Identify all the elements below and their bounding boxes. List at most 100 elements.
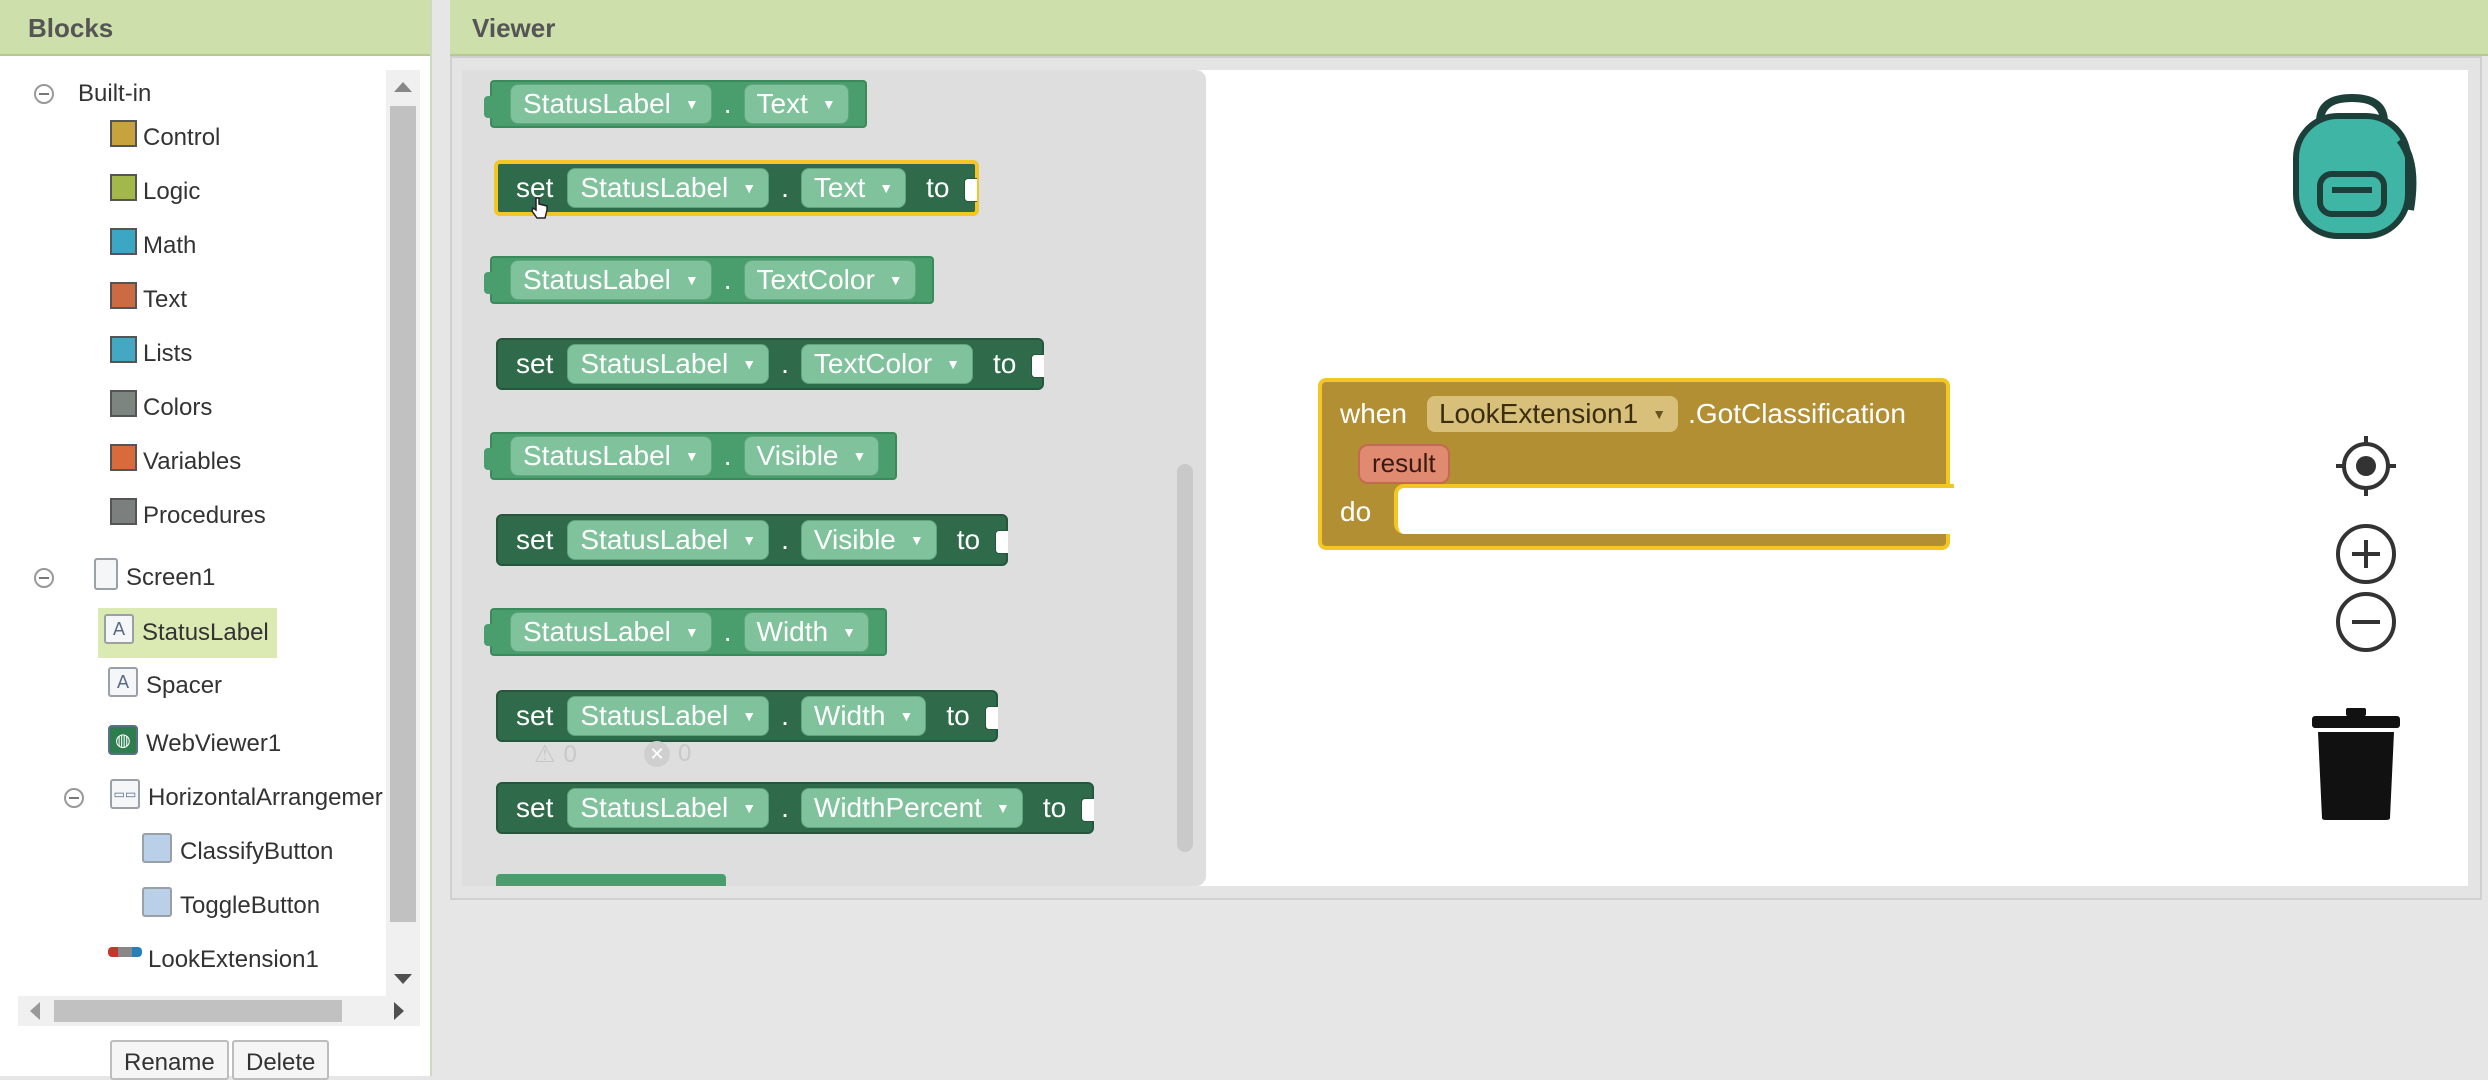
tree-vertical-scrollbar[interactable] (386, 70, 420, 996)
warnings-indicator[interactable]: ⚠ 0 (534, 740, 577, 769)
do-statement-slot[interactable] (1394, 484, 1954, 534)
blocks-tree: Built-in Control Logic Math Text Lists C… (0, 70, 384, 990)
component-dropdown[interactable]: StatusLabel ▼ (510, 436, 712, 476)
dot-separator: . (781, 172, 789, 203)
text-color-icon (110, 281, 137, 309)
scroll-thumb[interactable] (54, 1000, 342, 1022)
scroll-right-icon[interactable] (394, 1002, 404, 1020)
tree-item-screen1[interactable]: Screen1 (34, 554, 215, 602)
drawer-math[interactable]: Math (110, 222, 196, 270)
getter-block-visible[interactable]: StatusLabel ▼ . Visible ▼ (483, 432, 898, 480)
component-horizontalarrangement[interactable]: ▭▭ HorizontalArrangemer (64, 774, 383, 822)
component-statuslabel[interactable]: A StatusLabel (98, 608, 277, 658)
property-dropdown[interactable]: Width ▼ (800, 696, 927, 736)
setter-block-textcolor[interactable]: set StatusLabel ▼ . TextColor ▼ to (496, 338, 1045, 390)
event-header: when LookExtension1 ▼ .GotClassification (1340, 392, 1906, 436)
tree-item-label: Built-in (78, 80, 152, 107)
set-keyword: set (516, 700, 554, 731)
component-dropdown[interactable]: StatusLabel ▼ (567, 344, 770, 384)
scroll-down-icon[interactable] (394, 974, 412, 984)
drawer-logic[interactable]: Logic (110, 168, 200, 216)
set-keyword: set (516, 348, 554, 379)
drawer-label: Logic (143, 178, 201, 205)
property-dropdown[interactable]: Visible ▼ (800, 520, 937, 560)
zoom-in-icon[interactable] (2334, 522, 2398, 586)
component-dropdown[interactable]: StatusLabel ▼ (567, 788, 770, 828)
component-dropdown[interactable]: StatusLabel ▼ (510, 260, 712, 300)
backpack-icon[interactable] (2282, 92, 2422, 242)
drawer-procedures[interactable]: Procedures (110, 492, 266, 540)
drawer-lists[interactable]: Lists (110, 330, 192, 378)
scroll-up-icon[interactable] (394, 82, 412, 92)
dot-separator: . (781, 700, 789, 731)
component-dropdown[interactable]: StatusLabel ▼ (510, 84, 712, 124)
partial-block[interactable] (496, 874, 726, 886)
component-togglebutton[interactable]: ToggleButton (142, 882, 320, 930)
property-dropdown[interactable]: TextColor ▼ (743, 260, 916, 300)
screen-icon (94, 558, 118, 590)
tree-horizontal-scrollbar[interactable] (18, 996, 420, 1026)
component-classifybutton[interactable]: ClassifyButton (142, 828, 333, 876)
to-keyword: to (956, 524, 981, 555)
event-block-gotclassification[interactable]: when LookExtension1 ▼ .GotClassification … (1318, 378, 1954, 550)
trash-icon[interactable] (2306, 706, 2406, 822)
chevron-down-icon: ▼ (909, 532, 924, 548)
errors-indicator[interactable]: ✕ 0 (644, 740, 691, 768)
component-webviewer1[interactable]: ◍ WebViewer1 (108, 720, 281, 768)
component-dropdown[interactable]: StatusLabel ▼ (567, 696, 770, 736)
drawer-label: Math (143, 232, 197, 259)
setter-block-width[interactable]: set StatusLabel ▼ . Width ▼ to (496, 690, 998, 742)
property-dropdown[interactable]: TextColor ▼ (800, 344, 974, 384)
chevron-down-icon: ▼ (684, 96, 699, 112)
variables-color-icon (110, 443, 137, 471)
getter-block-textcolor[interactable]: StatusLabel ▼ . TextColor ▼ (484, 256, 934, 304)
component-dropdown[interactable]: StatusLabel ▼ (567, 520, 770, 560)
tree-item-label: Screen1 (126, 564, 216, 591)
dropdown-value: Text (813, 172, 866, 203)
getter-block-width[interactable]: StatusLabel ▼ . Width ▼ (484, 608, 887, 656)
drawer-variables[interactable]: Variables (110, 438, 241, 486)
drawer-label: Variables (143, 448, 242, 475)
setter-block-text[interactable]: set StatusLabel ▼ . Text ▼ to (494, 160, 980, 216)
component-lookextension1[interactable]: LookExtension1 (108, 936, 319, 984)
hand-cursor-icon (531, 197, 548, 219)
chevron-down-icon: ▼ (742, 180, 757, 196)
rename-button[interactable]: Rename (110, 1040, 229, 1080)
dropdown-value: TextColor (813, 348, 933, 379)
tree-item-builtin[interactable]: Built-in (34, 70, 151, 118)
property-dropdown[interactable]: WidthPercent ▼ (800, 788, 1023, 828)
property-dropdown[interactable]: Text ▼ (800, 168, 907, 208)
recenter-icon[interactable] (2334, 434, 2398, 498)
delete-button[interactable]: Delete (232, 1040, 330, 1080)
drawer-text[interactable]: Text (110, 276, 187, 324)
component-dropdown[interactable]: StatusLabel ▼ (567, 168, 770, 208)
getter-block-text[interactable]: StatusLabel ▼ . Text ▼ (484, 80, 867, 128)
errors-count: 0 (678, 740, 692, 767)
scroll-left-icon[interactable] (30, 1002, 40, 1020)
event-component-dropdown[interactable]: LookExtension1 ▼ (1426, 396, 1679, 432)
globe-icon: ◍ (108, 725, 138, 755)
chevron-down-icon: ▼ (852, 448, 867, 464)
collapse-icon[interactable] (64, 788, 84, 808)
collapse-icon[interactable] (34, 84, 54, 104)
drawer-control[interactable]: Control (110, 114, 220, 162)
property-dropdown[interactable]: Width ▼ (743, 612, 869, 652)
setter-block-visible[interactable]: set StatusLabel ▼ . Visible ▼ to (496, 514, 1009, 566)
property-dropdown[interactable]: Text ▼ (743, 84, 849, 124)
chevron-down-icon: ▼ (879, 180, 894, 196)
component-spacer[interactable]: A Spacer (108, 662, 222, 710)
setter-block-widthpercent[interactable]: set StatusLabel ▼ . WidthPercent ▼ to (496, 782, 1095, 834)
scroll-thumb[interactable] (390, 106, 416, 922)
dropdown-value: StatusLabel (580, 348, 729, 379)
zoom-out-icon[interactable] (2334, 590, 2398, 654)
collapse-icon[interactable] (34, 568, 54, 588)
warning-icon: ⚠ (534, 741, 556, 768)
component-label: Spacer (146, 672, 223, 699)
drawer-label: Text (143, 286, 188, 313)
drawer-colors[interactable]: Colors (110, 384, 212, 432)
flyout-scrollbar[interactable] (1177, 464, 1193, 852)
component-dropdown[interactable]: StatusLabel ▼ (510, 612, 712, 652)
extension-icon (108, 947, 142, 957)
property-dropdown[interactable]: Visible ▼ (743, 436, 880, 476)
event-parameter-result[interactable]: result (1358, 444, 1450, 484)
